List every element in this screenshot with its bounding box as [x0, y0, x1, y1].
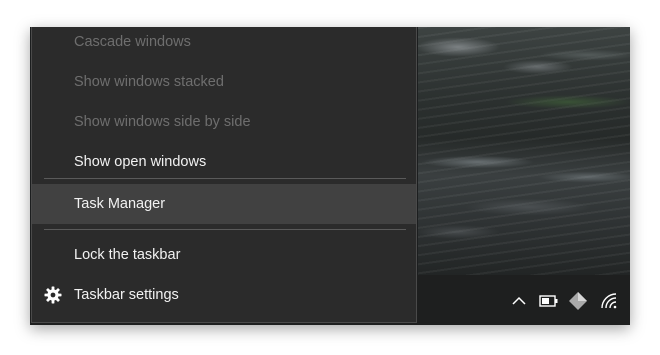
battery-icon[interactable] [538, 289, 560, 313]
menu-item-label: Show windows side by side [74, 114, 251, 130]
menu-item-cascade-windows[interactable]: Cascade windows [32, 27, 416, 62]
menu-item-taskbar-settings[interactable]: Taskbar settings [32, 275, 416, 315]
desktop-wallpaper [418, 27, 630, 275]
menu-item-label: Taskbar settings [74, 287, 179, 303]
menu-separator [44, 178, 406, 179]
wifi-icon[interactable] [598, 289, 620, 313]
diamond-app-icon[interactable] [567, 289, 589, 313]
menu-item-label: Show open windows [74, 154, 207, 170]
menu-item-label: Cascade windows [74, 34, 191, 50]
menu-item-show-windows-stacked[interactable]: Show windows stacked [32, 62, 416, 102]
desktop-screen: Cascade windows Show windows stacked Sho… [30, 27, 630, 325]
menu-item-label: Show windows stacked [74, 74, 224, 90]
menu-item-lock-taskbar[interactable]: Lock the taskbar [32, 235, 416, 275]
menu-item-label: Task Manager [74, 196, 166, 212]
gear-icon [44, 286, 62, 304]
chevron-up-icon[interactable] [508, 289, 530, 313]
taskbar-context-menu: Cascade windows Show windows stacked Sho… [31, 27, 417, 323]
menu-item-label: Lock the taskbar [74, 247, 181, 263]
menu-item-show-open-windows[interactable]: Show open windows [32, 142, 416, 182]
menu-separator [44, 229, 406, 230]
menu-item-task-manager[interactable]: Task Manager [32, 184, 416, 224]
menu-item-show-windows-side-by-side[interactable]: Show windows side by side [32, 102, 416, 142]
